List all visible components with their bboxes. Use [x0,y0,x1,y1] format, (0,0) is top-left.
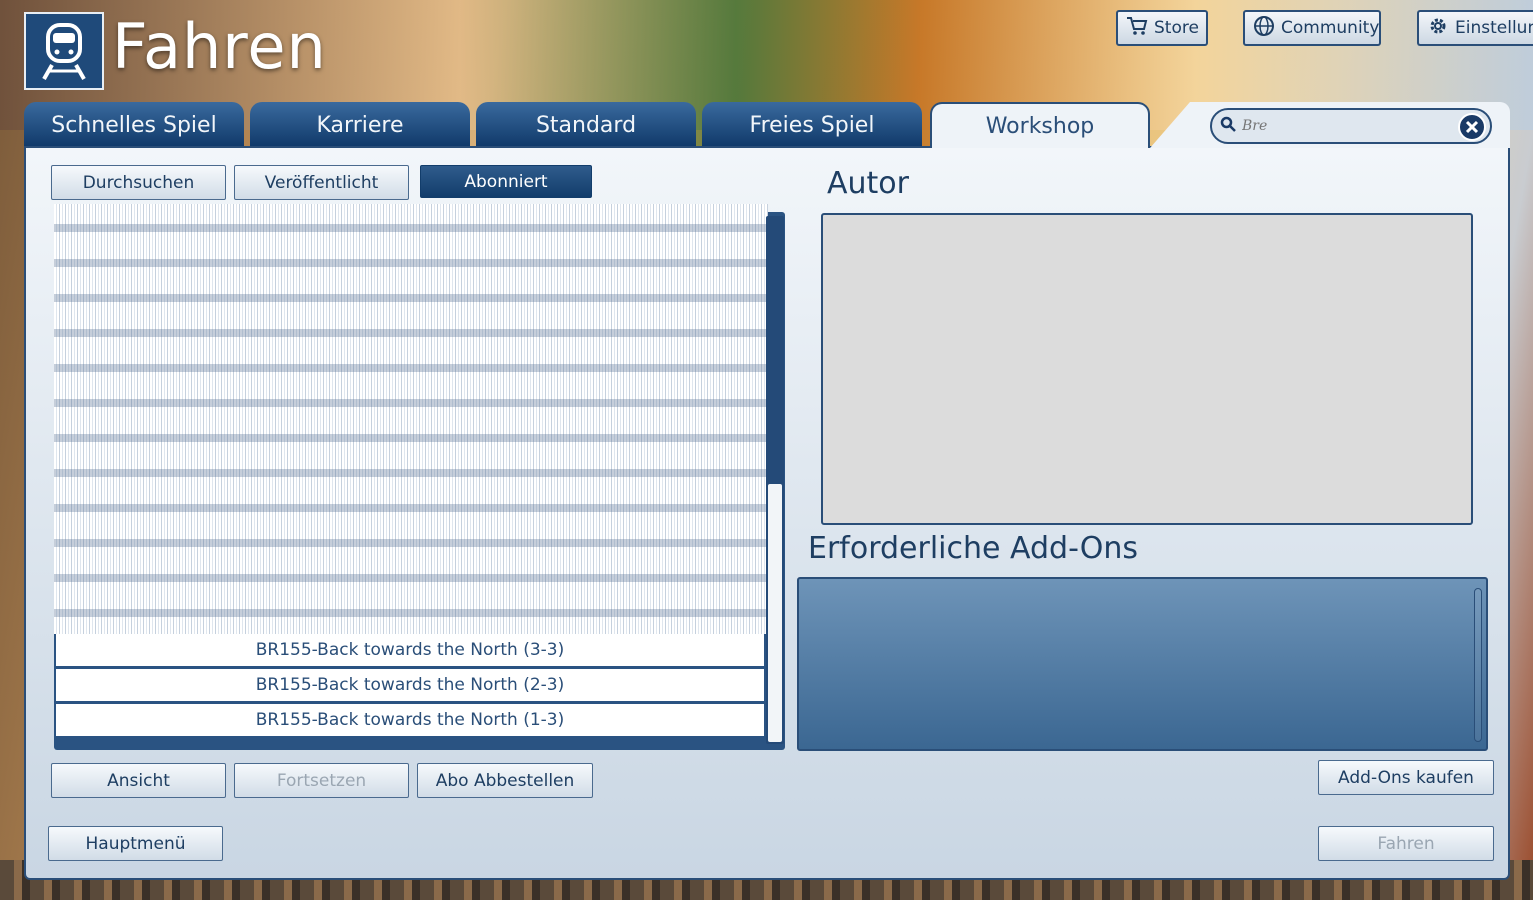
list-item[interactable]: BR155-Back towards the North (1-3) [56,704,764,736]
page-title: Fahren [112,10,327,83]
published-button[interactable]: Veröffentlicht [234,165,409,200]
buy-addons-button[interactable]: Add-Ons kaufen [1318,760,1494,795]
settings-label: Einstellun [1455,18,1533,38]
gear-icon [1427,15,1449,42]
addons-title: Erforderliche Add-Ons [808,531,1139,566]
browse-button[interactable]: Durchsuchen [51,165,226,200]
continue-button[interactable]: Fortsetzen [234,763,409,798]
train-icon [24,12,104,90]
tab-free-play[interactable]: Freies Spiel [702,102,922,148]
drive-button[interactable]: Fahren [1318,826,1494,861]
addons-scrollbar[interactable] [1474,588,1482,742]
subscribed-button[interactable]: Abonniert [420,165,592,198]
tab-career[interactable]: Karriere [250,102,470,148]
cart-icon [1126,16,1148,41]
list-item[interactable]: BR155-Back towards the North (2-3) [56,669,764,701]
tab-standard[interactable]: Standard [476,102,696,148]
view-button[interactable]: Ansicht [51,763,226,798]
tab-quick-game[interactable]: Schnelles Spiel [24,102,244,148]
list-scroll-thumb[interactable] [768,484,782,742]
search-field[interactable] [1210,108,1492,144]
addons-list [797,577,1488,751]
unsubscribe-button[interactable]: Abo Abbestellen [417,763,593,798]
search-input[interactable] [1242,118,1452,134]
main-menu-button[interactable]: Hauptmenü [48,826,223,861]
settings-button[interactable]: Einstellun [1417,10,1533,46]
store-label: Store [1154,18,1199,38]
globe-icon [1253,15,1275,42]
store-button[interactable]: Store [1116,10,1208,46]
close-icon[interactable] [1458,113,1486,141]
community-label: Community [1281,18,1380,38]
list-obscured-items [54,204,768,634]
list-item[interactable]: BR155-Back towards the North (3-3) [56,634,764,666]
author-title: Autor [827,166,909,201]
search-icon [1220,116,1236,136]
community-button[interactable]: Community [1243,10,1381,46]
tab-workshop[interactable]: Workshop [930,102,1150,148]
author-box [821,213,1473,525]
